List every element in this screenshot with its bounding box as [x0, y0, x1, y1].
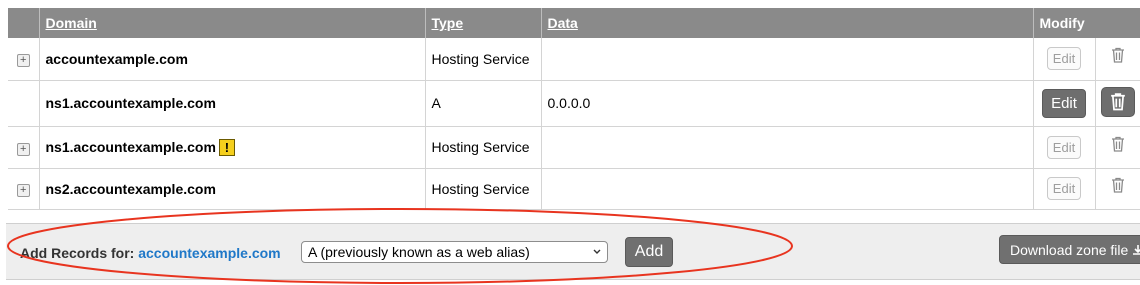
- domain-name: ns1.accountexample.com: [45, 138, 216, 155]
- domain-name: ns1.accountexample.com: [45, 95, 216, 111]
- expand-cell: [8, 80, 40, 126]
- column-header-data[interactable]: Data: [541, 8, 1034, 38]
- expand-cell: +: [8, 126, 40, 168]
- domain-name: accountexample.com: [45, 50, 188, 67]
- delete-cell: [1095, 126, 1140, 168]
- domain-cell: accountexample.com: [39, 38, 426, 80]
- expand-cell: +: [8, 38, 40, 80]
- trash-icon[interactable]: [1108, 177, 1128, 197]
- column-header-domain[interactable]: Domain: [39, 8, 426, 38]
- type-cell: A: [425, 80, 542, 126]
- column-header-type[interactable]: Type: [425, 8, 542, 38]
- header-expand: [8, 8, 40, 38]
- type-cell: Hosting Service: [425, 38, 542, 80]
- delete-cell: [1095, 168, 1140, 209]
- annotation-ellipse: [7, 208, 793, 284]
- data-cell: 0.0.0.0: [541, 80, 1034, 126]
- download-icon: [1132, 242, 1140, 258]
- trash-icon[interactable]: [1108, 136, 1128, 156]
- trash-icon[interactable]: [1108, 47, 1128, 67]
- edit-cell: Edit: [1033, 80, 1096, 126]
- edit-button[interactable]: Edit: [1042, 88, 1086, 118]
- edit-cell: Edit: [1033, 168, 1096, 209]
- table-row: ns1.accountexample.com A 0.0.0.0 Edit: [8, 80, 1140, 126]
- expand-plus-icon[interactable]: +: [16, 54, 30, 68]
- edit-button[interactable]: Edit: [1046, 177, 1082, 200]
- edit-cell: Edit: [1033, 126, 1096, 168]
- dns-records-table-wrapper: Domain Type Data Modify + accountexample…: [8, 8, 1140, 210]
- column-header-modify: Modify: [1039, 15, 1085, 31]
- table-row: + accountexample.com Hosting Service Edi…: [8, 38, 1140, 80]
- edit-cell: Edit: [1033, 38, 1096, 80]
- domain-name: ns2.accountexample.com: [45, 180, 216, 197]
- dns-records-table: Domain Type Data Modify + accountexample…: [8, 8, 1140, 210]
- table-header-row: Domain Type Data Modify: [8, 8, 1140, 38]
- edit-button[interactable]: Edit: [1046, 47, 1082, 71]
- type-cell: Hosting Service: [425, 126, 542, 168]
- edit-button[interactable]: Edit: [1046, 135, 1082, 159]
- data-cell: [541, 126, 1034, 168]
- trash-icon[interactable]: [1100, 86, 1135, 117]
- delete-cell: [1095, 80, 1140, 126]
- warning-icon[interactable]: !: [218, 138, 235, 156]
- expand-plus-icon[interactable]: +: [16, 142, 30, 156]
- delete-cell: [1095, 38, 1140, 80]
- data-cell: [541, 38, 1034, 80]
- expand-plus-icon[interactable]: +: [16, 184, 30, 197]
- table-row: + ns1.accountexample.com! Hosting Servic…: [8, 126, 1140, 168]
- domain-cell: ns1.accountexample.com!: [39, 126, 426, 168]
- domain-cell: ns1.accountexample.com: [39, 80, 426, 126]
- download-zone-file-button[interactable]: Download zone file: [999, 235, 1140, 264]
